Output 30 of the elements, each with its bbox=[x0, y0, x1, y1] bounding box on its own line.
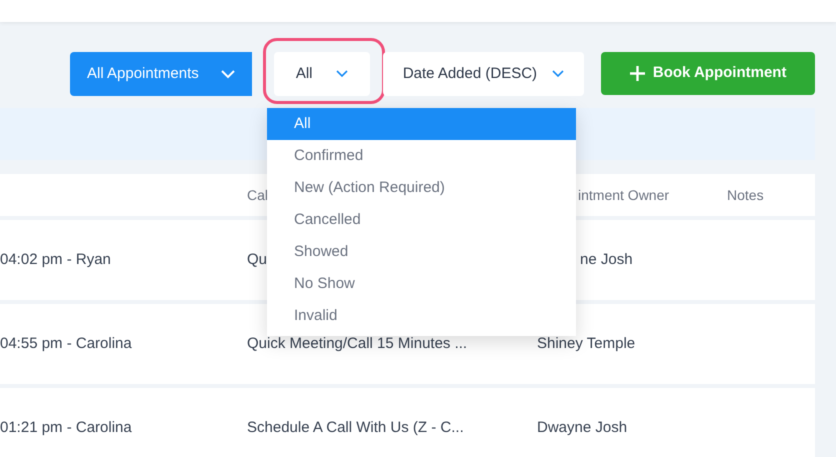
book-appointment-button[interactable]: Book Appointment bbox=[601, 52, 815, 95]
table-cell: Shiney Temple bbox=[537, 334, 636, 352]
chevron-down-icon bbox=[220, 70, 235, 78]
table-cell: Schedule A Call With Us (Z - C... bbox=[247, 418, 464, 436]
table-cell: Dwayne Josh bbox=[537, 418, 628, 436]
status-option[interactable]: Confirmed bbox=[267, 140, 576, 172]
status-option[interactable]: Cancelled bbox=[267, 204, 576, 236]
table-cell: Quick Meeting/Call 15 Minutes ... bbox=[247, 334, 468, 352]
calendar-filter-dropdown[interactable]: All Appointments bbox=[70, 52, 252, 96]
status-option[interactable]: All bbox=[267, 108, 576, 140]
column-header: Notes bbox=[727, 186, 764, 202]
status-option[interactable]: Invalid bbox=[267, 300, 576, 332]
status-option[interactable]: New (Action Required) bbox=[267, 172, 576, 204]
sort-label: Date Added (DESC) bbox=[402, 64, 538, 84]
chevron-down-icon bbox=[336, 70, 348, 78]
column-header: Cal bbox=[247, 186, 268, 202]
table-cell: Qu bbox=[247, 250, 268, 268]
status-filter-label: All bbox=[296, 64, 312, 84]
table-cell: 04:02 pm - Ryan bbox=[0, 250, 111, 268]
plus-icon bbox=[630, 66, 645, 81]
table-cell: 04:55 pm - Carolina bbox=[0, 334, 132, 352]
table-cell: ne Josh bbox=[580, 250, 633, 268]
table-cell: 01:21 pm - Carolina bbox=[0, 418, 132, 436]
chevron-down-icon bbox=[552, 70, 564, 78]
status-option[interactable]: No Show bbox=[267, 268, 576, 300]
status-filter-dropdown[interactable]: All bbox=[274, 52, 370, 96]
column-header: intment Owner bbox=[578, 186, 670, 202]
status-option[interactable]: Showed bbox=[267, 236, 576, 268]
sort-dropdown[interactable]: Date Added (DESC) bbox=[382, 52, 584, 96]
calendar-filter-label: All Appointments bbox=[87, 64, 199, 84]
